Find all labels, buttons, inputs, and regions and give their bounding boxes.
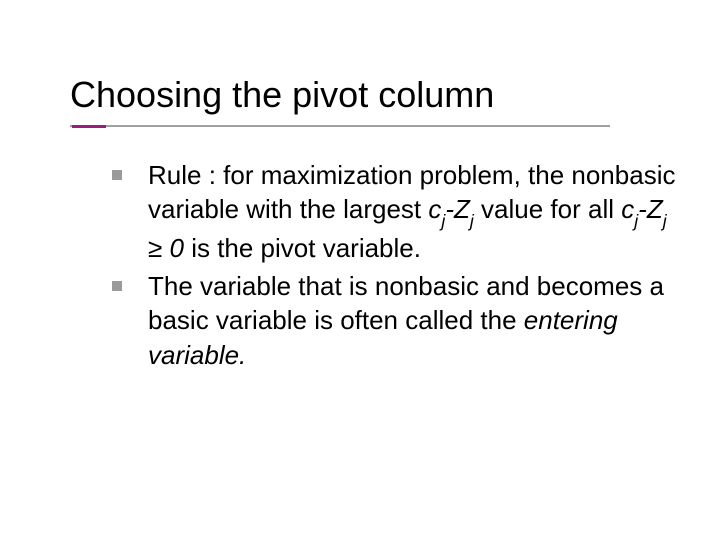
title-underline: [70, 125, 610, 127]
square-bullet-icon: [112, 170, 122, 180]
math-sub-j2: j: [470, 211, 474, 231]
math-geq: ≥: [148, 233, 170, 263]
slide-title: Choosing the pivot column: [70, 75, 680, 115]
accent-bar: [72, 125, 106, 128]
slide: Choosing the pivot column Rule : for max…: [0, 0, 720, 540]
math-Z2: Z: [647, 194, 663, 224]
math-Z1: Z: [454, 194, 470, 224]
math-sub-j3: j: [634, 211, 638, 231]
math-zero: 0: [170, 233, 184, 263]
math-dash2: -: [638, 194, 647, 224]
math-c2: c: [621, 194, 634, 224]
bullet1-post: is the pivot variable.: [184, 233, 421, 263]
title-block: Choosing the pivot column: [70, 75, 680, 127]
math-sub-j4: j: [663, 211, 667, 231]
body-text: Rule : for maximization problem, the non…: [112, 158, 680, 376]
bullet1-mid: value for all: [474, 194, 621, 224]
square-bullet-icon: [112, 281, 122, 291]
math-c1: c: [428, 194, 441, 224]
math-dash1: -: [445, 194, 454, 224]
bullet-item-2: The variable that is nonbasic and become…: [112, 269, 680, 372]
bullet-item-1: Rule : for maximization problem, the non…: [112, 158, 680, 265]
math-sub-j1: j: [441, 211, 445, 231]
